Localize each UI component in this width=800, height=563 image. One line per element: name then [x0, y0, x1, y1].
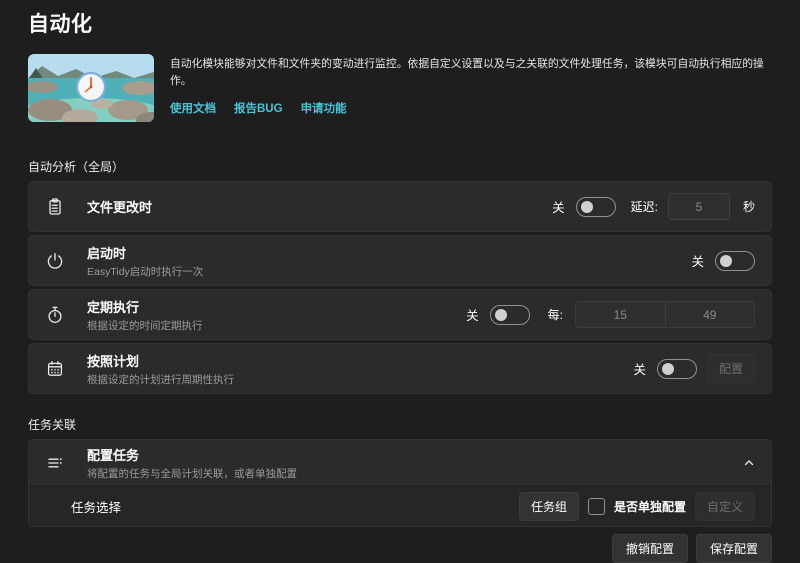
toggle-state-label: 关	[691, 251, 704, 270]
periodic-card: 定期执行 根据设定的时间定期执行 关 每:	[28, 289, 772, 340]
schedule-card: 按照计划 根据设定的计划进行周期性执行 关 配置	[28, 343, 772, 394]
card-subtitle: EasyTidy启动时执行一次	[87, 264, 203, 279]
seconds-unit-label: 秒	[743, 198, 755, 215]
toggle-state-label: 关	[633, 359, 646, 378]
automation-settings-page: 自动化	[0, 0, 800, 558]
file-change-toggle[interactable]	[576, 197, 616, 217]
section-auto-analysis-label: 自动分析（全局）	[28, 158, 772, 175]
toggle-knob	[662, 363, 674, 375]
request-feature-link[interactable]: 申请功能	[301, 100, 347, 116]
undo-config-button[interactable]: 撤销配置	[612, 534, 688, 563]
module-intro: 自动化模块能够对文件和文件夹的变动进行监控。依据自定义设置以及与之关联的文件处理…	[170, 54, 772, 122]
schedule-toggle[interactable]	[657, 359, 697, 379]
footer-actions: 撤销配置 保存配置	[28, 534, 772, 563]
periodic-toggle[interactable]	[490, 305, 530, 325]
expander-title: 配置任务	[87, 445, 297, 464]
docs-link[interactable]: 使用文档	[170, 100, 216, 116]
clock-icon	[77, 73, 105, 101]
toggle-knob	[581, 201, 593, 213]
module-header: 自动化模块能够对文件和文件夹的变动进行监控。依据自定义设置以及与之关联的文件处理…	[28, 54, 772, 122]
clipboard-list-icon	[45, 197, 65, 217]
card-subtitle: 根据设定的计划进行周期性执行	[87, 372, 234, 387]
toggle-state-label: 关	[552, 197, 565, 216]
calendar-icon	[45, 359, 65, 379]
toggle-knob	[720, 255, 732, 267]
interval-inputs	[575, 301, 755, 328]
chevron-up-icon[interactable]	[743, 457, 755, 469]
task-config-expander-header[interactable]: 配置任务 将配置的任务与全局计划关联，或者单独配置	[29, 440, 771, 486]
auto-analysis-cards: 文件更改时 关 延迟: 秒 启动时 EasyTidy启动时执行一次	[28, 181, 772, 394]
lake-photo	[28, 54, 154, 122]
timer-icon	[45, 305, 65, 325]
startup-toggle[interactable]	[715, 251, 755, 271]
card-title: 按照计划	[87, 351, 234, 370]
delay-label: 延迟:	[631, 198, 658, 215]
interval-second-input[interactable]	[666, 302, 755, 327]
page-title: 自动化	[28, 8, 772, 38]
card-title: 定期执行	[87, 297, 203, 316]
toggle-knob	[495, 309, 507, 321]
power-icon	[45, 251, 65, 271]
help-links: 使用文档 报告BUG 申请功能	[170, 100, 772, 116]
delay-input[interactable]	[668, 193, 730, 220]
separate-config-label: 是否单独配置	[614, 498, 686, 515]
interval-minute-input[interactable]	[576, 302, 665, 327]
card-title: 文件更改时	[87, 197, 152, 216]
section-task-association-label: 任务关联	[28, 416, 772, 433]
task-group-button[interactable]: 任务组	[519, 492, 579, 521]
module-thumbnail	[28, 54, 154, 122]
every-label: 每:	[548, 306, 563, 323]
customize-button[interactable]: 自定义	[695, 492, 755, 521]
file-change-card: 文件更改时 关 延迟: 秒	[28, 181, 772, 232]
startup-card: 启动时 EasyTidy启动时执行一次 关	[28, 235, 772, 286]
separate-config-checkbox[interactable]	[588, 498, 605, 515]
save-config-button[interactable]: 保存配置	[696, 534, 772, 563]
card-subtitle: 根据设定的时间定期执行	[87, 318, 203, 333]
toggle-state-label: 关	[466, 305, 479, 324]
task-select-label: 任务选择	[71, 497, 121, 516]
report-bug-link[interactable]: 报告BUG	[234, 100, 283, 116]
module-description: 自动化模块能够对文件和文件夹的变动进行监控。依据自定义设置以及与之关联的文件处理…	[170, 56, 772, 89]
task-list-icon	[45, 453, 65, 473]
expander-subtitle: 将配置的任务与全局计划关联，或者单独配置	[87, 466, 297, 481]
task-config-expander: 配置任务 将配置的任务与全局计划关联，或者单独配置 任务选择 任务组 是否单独配…	[28, 439, 772, 527]
card-title: 启动时	[87, 243, 203, 262]
task-select-row: 任务选择 任务组 是否单独配置 自定义	[29, 486, 771, 526]
schedule-config-button[interactable]: 配置	[707, 354, 755, 383]
